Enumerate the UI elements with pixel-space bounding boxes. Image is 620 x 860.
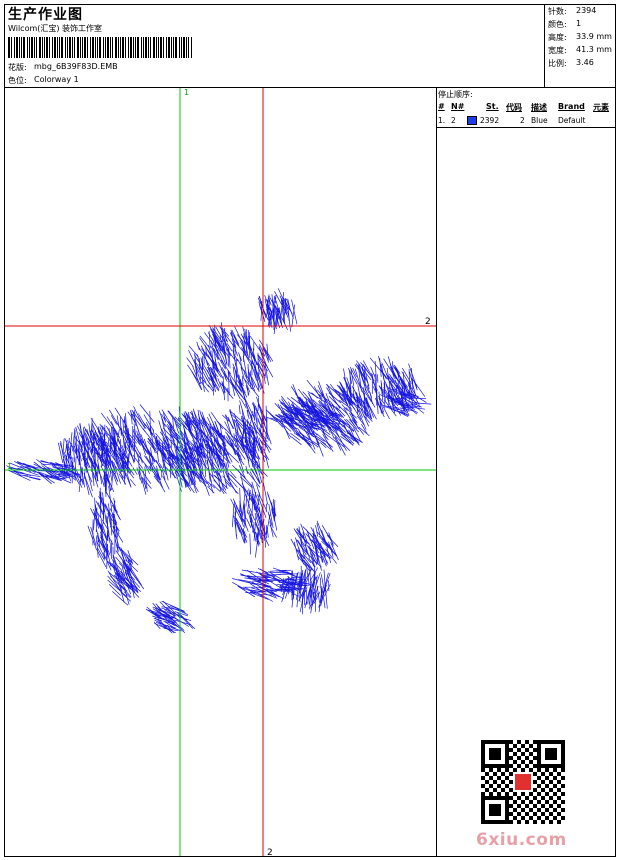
qr-code — [481, 740, 565, 824]
row-brand: Default — [558, 116, 586, 125]
stat-value: 33.9 mm — [576, 32, 612, 41]
row-number: 2 — [451, 116, 456, 125]
barcode — [8, 37, 192, 58]
column-header: # — [438, 102, 445, 111]
stat-value: 41.3 mm — [576, 45, 612, 54]
column-header: 元素 — [593, 103, 609, 112]
stat-label: 比例: — [548, 59, 567, 68]
column-header: 代码 — [506, 103, 522, 112]
green-guide-label: 1 — [184, 88, 189, 97]
design-canvas: 1 1 2 2 — [5, 88, 436, 856]
column-header: St. — [486, 102, 499, 111]
red-guide-label: 2 — [267, 848, 273, 856]
stat-label: 颜色: — [548, 20, 567, 29]
row-description: Blue — [531, 116, 548, 125]
embroidery-design — [6, 288, 432, 634]
design-label: 花版: — [8, 63, 27, 72]
colorway-label: 色位: — [8, 76, 27, 85]
green-guide-label: 1 — [7, 462, 12, 471]
row-index: 1. — [438, 116, 446, 125]
colorway-value: Colorway 1 — [34, 75, 79, 84]
stat-value: 3.46 — [576, 58, 594, 67]
page-title: 生产作业图 — [8, 7, 83, 23]
stop-table-divider — [436, 127, 616, 128]
company-name: Wilcom(汇宝) 装饰工作室 — [8, 24, 103, 33]
color-swatch — [467, 116, 477, 125]
stat-label: 针数: — [548, 7, 567, 16]
stat-value: 1 — [576, 19, 582, 28]
design-filename: mbg_6B39F83D.EMB — [34, 62, 118, 71]
row-code: 2 — [520, 116, 525, 125]
stop-sequence-heading: 停止顺序: — [438, 90, 473, 99]
side-panel-divider — [436, 87, 437, 857]
row-stitches: 2392 — [480, 116, 500, 125]
stat-value: 2394 — [576, 6, 597, 15]
column-header: N# — [451, 102, 465, 111]
stat-label: 宽度: — [548, 46, 567, 55]
stat-label: 高度: — [548, 33, 567, 42]
column-header: 描述 — [531, 103, 547, 112]
watermark: 6xiu.com — [476, 830, 567, 850]
column-header: Brand — [558, 102, 585, 111]
red-guide-label: 2 — [425, 317, 431, 327]
stats-divider — [544, 4, 545, 87]
